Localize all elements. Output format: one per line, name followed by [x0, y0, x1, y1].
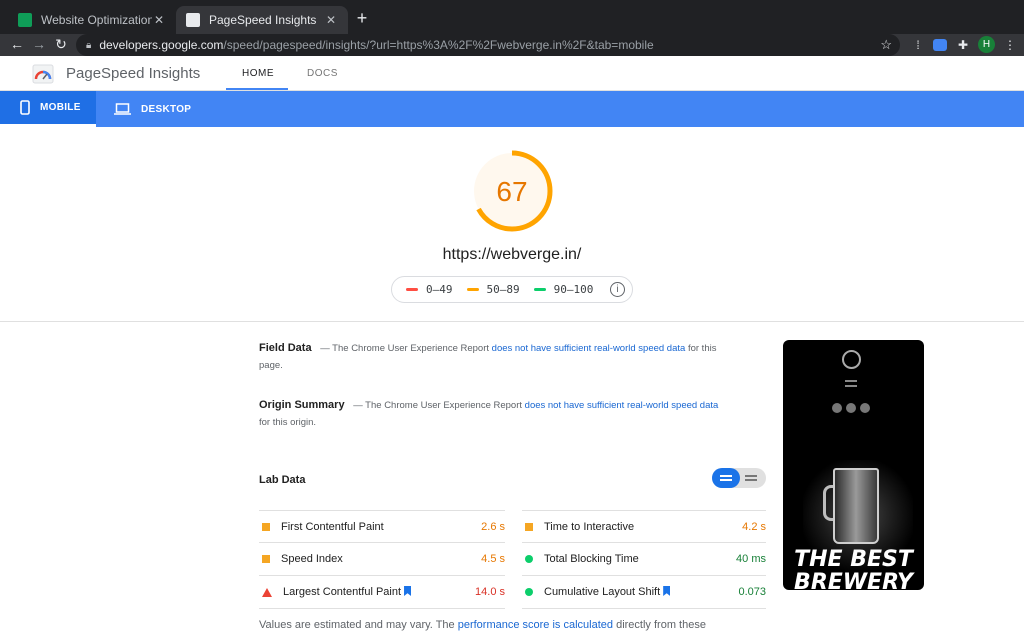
extension-blue-icon[interactable]	[933, 39, 947, 51]
brewery-logo-icon	[842, 350, 861, 369]
info-icon[interactable]: i	[610, 282, 625, 297]
tab-close-icon[interactable]: ✕	[152, 13, 166, 27]
average-square-icon	[262, 555, 270, 563]
performance-score-value: 67	[496, 176, 528, 207]
metric-value: 4.2 s	[742, 520, 766, 533]
good-circle-icon	[525, 555, 533, 563]
metric-name: First Contentful Paint	[281, 520, 384, 533]
bookmark-star-icon[interactable]: ☆	[880, 37, 892, 53]
bookmark-flag-icon	[663, 586, 671, 596]
pagespeed-logo-icon	[32, 64, 54, 84]
address-bar[interactable]: 🔒︎ developers.google.com/speed/pagespeed…	[76, 34, 900, 56]
menu-kebab-icon[interactable]: ⋮	[1002, 37, 1018, 53]
origin-summary-suffix: for this origin.	[259, 417, 317, 428]
twitter-icon	[860, 403, 870, 413]
lab-data-view-toggle[interactable]	[712, 468, 766, 488]
legend-poor: 0–49	[406, 283, 453, 296]
metric-name: Total Blocking Time	[544, 553, 639, 565]
tested-url: https://webverge.in/	[442, 246, 582, 263]
sheets-favicon-icon	[18, 13, 32, 27]
brand-title: PageSpeed Insights	[66, 65, 201, 82]
tab-mobile[interactable]: MOBILE	[0, 91, 96, 127]
legend-average: 50–89	[466, 283, 520, 296]
back-arrow-icon[interactable]: ←	[8, 36, 26, 52]
origin-summary-section: Origin Summary — The Chrome User Experie…	[259, 397, 721, 431]
metric-value: 40 ms	[736, 553, 766, 565]
lock-icon: 🔒︎	[86, 39, 92, 51]
metric-value: 14.0 s	[475, 586, 505, 598]
estimate-note: Values are estimated and may vary. The p…	[259, 619, 706, 631]
metric-name: Speed Index	[281, 553, 343, 565]
page-screenshot-thumbnail: THE BEST BREWERY	[783, 340, 924, 590]
lab-data-title: Lab Data	[259, 474, 306, 486]
metric-name-with-flag: Cumulative Layout Shift	[544, 586, 738, 598]
metric-value: 2.6 s	[481, 520, 505, 533]
forward-arrow-icon[interactable]: →	[30, 36, 48, 52]
compact-list-icon	[720, 475, 732, 481]
active-nav-indicator	[226, 88, 288, 90]
instagram-icon	[846, 403, 856, 413]
profile-avatar[interactable]: H	[978, 36, 995, 53]
metric-row: Largest Contentful Paint 14.0 s	[259, 576, 505, 609]
hamburger-menu-icon	[845, 380, 857, 387]
score-legend: 0–49 50–89 90–100 i	[391, 276, 633, 303]
tab-desktop[interactable]: DESKTOP	[114, 91, 191, 127]
new-tab-plus-icon[interactable]: +	[352, 8, 372, 29]
browser-toolbar: ← → ↻ 🔒︎ developers.google.com/speed/pag…	[0, 34, 1024, 56]
poor-triangle-icon	[262, 587, 272, 597]
performance-score-link[interactable]: performance score is calculated	[458, 619, 613, 631]
metric-row: Speed Index 4.5 s	[259, 543, 505, 576]
url-path: /speed/pagespeed/insights/?url=https%3A%…	[223, 38, 654, 52]
tab-desktop-label: DESKTOP	[141, 103, 192, 115]
url-host: developers.google.com	[99, 38, 224, 52]
tab-title: Website Optimization - Google	[41, 13, 152, 27]
device-tab-bar: MOBILE DESKTOP	[0, 91, 1024, 127]
laptop-icon	[114, 103, 131, 115]
tab-title: PageSpeed Insights	[209, 13, 317, 27]
hero-headline: THE BEST BREWERY	[794, 547, 913, 590]
bookmark-flag-icon	[404, 586, 412, 596]
metric-name-with-flag: Largest Contentful Paint	[283, 586, 475, 598]
good-circle-icon	[525, 588, 533, 596]
browser-tab-bar: Website Optimization - Google ✕ PageSpee…	[0, 0, 1024, 34]
beer-mug-image	[833, 468, 879, 544]
metric-value: 0.073	[738, 586, 766, 598]
origin-summary-prefix: — The Chrome User Experience Report	[353, 400, 523, 411]
field-data-section: Field Data — The Chrome User Experience …	[259, 340, 721, 374]
expanded-list-icon	[745, 475, 757, 481]
metric-value: 4.5 s	[481, 553, 505, 565]
field-data-title: Field Data	[259, 342, 312, 354]
metric-name: Time to Interactive	[544, 520, 635, 533]
section-divider	[0, 321, 1024, 322]
puzzle-extensions-icon[interactable]: ✚	[955, 37, 971, 53]
metric-row: Time to Interactive 4.2 s	[522, 510, 766, 543]
browser-tab-website-optimization[interactable]: Website Optimization - Google ✕	[8, 6, 176, 34]
reload-icon[interactable]: ↻	[52, 36, 70, 53]
average-square-icon	[262, 522, 270, 531]
origin-summary-link[interactable]: does not have sufficient real-world spee…	[525, 400, 719, 411]
extension-icon[interactable]: ⁞	[910, 37, 926, 53]
pagespeed-favicon-icon	[186, 13, 200, 27]
legend-good: 90–100	[533, 283, 593, 296]
browser-tab-pagespeed[interactable]: PageSpeed Insights ✕	[176, 6, 348, 34]
field-data-prefix: — The Chrome User Experience Report	[320, 343, 490, 354]
metric-row: First Contentful Paint 2.6 s	[259, 510, 505, 543]
metric-row: Total Blocking Time 40 ms	[522, 543, 766, 576]
tab-close-icon[interactable]: ✕	[324, 13, 338, 27]
nav-docs[interactable]: DOCS	[307, 68, 338, 79]
metric-row: Cumulative Layout Shift 0.073	[522, 576, 766, 609]
tab-mobile-label: MOBILE	[40, 102, 81, 113]
field-data-link[interactable]: does not have sufficient real-world spee…	[492, 343, 686, 354]
nav-home[interactable]: HOME	[242, 68, 274, 79]
facebook-icon	[832, 403, 842, 413]
origin-summary-title: Origin Summary	[259, 399, 345, 411]
site-header: PageSpeed Insights HOME DOCS	[0, 56, 1024, 91]
average-square-icon	[525, 522, 533, 531]
phone-icon	[20, 100, 30, 115]
